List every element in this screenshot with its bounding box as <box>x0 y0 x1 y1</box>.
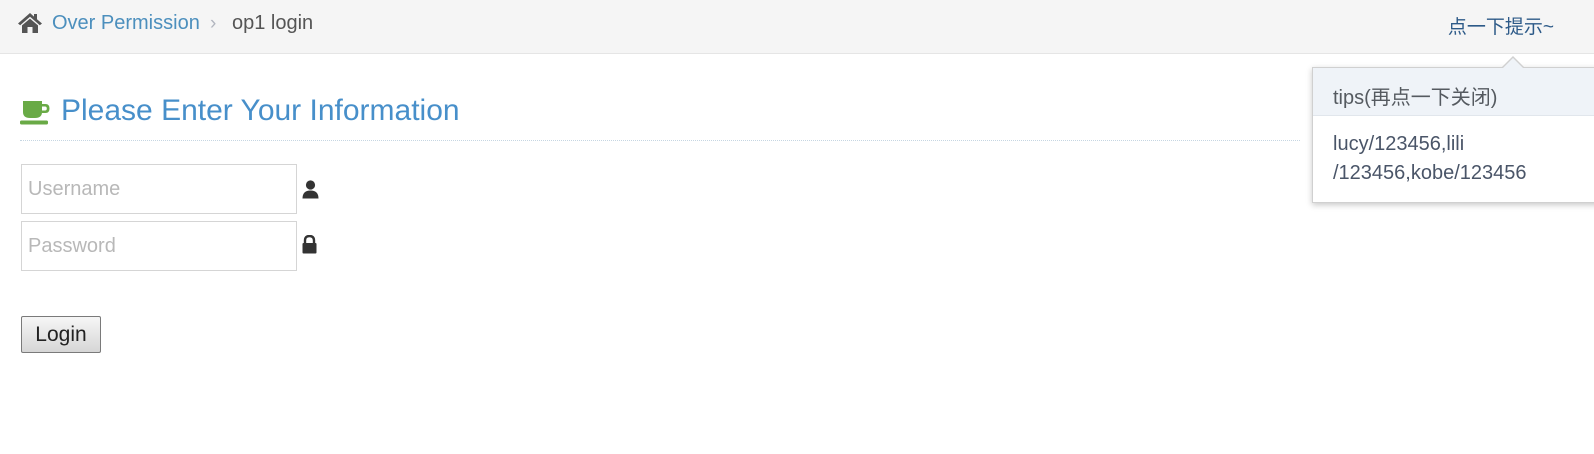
home-icon[interactable] <box>17 12 43 34</box>
popover-arrow-inner <box>1502 58 1524 69</box>
tips-popover: tips(再点一下关闭) lucy/123456,lili /123456,ko… <box>1312 56 1594 203</box>
breadcrumb-link-over-permission[interactable]: Over Permission <box>52 12 200 35</box>
username-input[interactable] <box>21 164 297 214</box>
coffee-icon <box>20 101 50 125</box>
popover-title[interactable]: tips(再点一下关闭) <box>1313 68 1594 116</box>
breadcrumb-separator: › <box>210 13 217 34</box>
user-icon <box>302 180 319 199</box>
page-header: Please Enter Your Information <box>20 86 1300 141</box>
breadcrumb: Over Permission › op1 login 点一下提示~ <box>0 0 1594 54</box>
popover-content-line: /123456,kobe/123456 <box>1333 162 1527 184</box>
page-title: Please Enter Your Information <box>61 94 460 127</box>
lock-icon <box>302 235 317 254</box>
tips-toggle-link[interactable]: 点一下提示~ <box>1448 12 1554 39</box>
login-button[interactable]: Login <box>21 316 101 353</box>
breadcrumb-active-item: op1 login <box>232 12 314 34</box>
password-input[interactable] <box>21 221 297 271</box>
popover-content-line: lucy/123456,lili <box>1333 133 1465 155</box>
popover-content: lucy/123456,lili /123456,kobe/123456 <box>1333 130 1543 188</box>
